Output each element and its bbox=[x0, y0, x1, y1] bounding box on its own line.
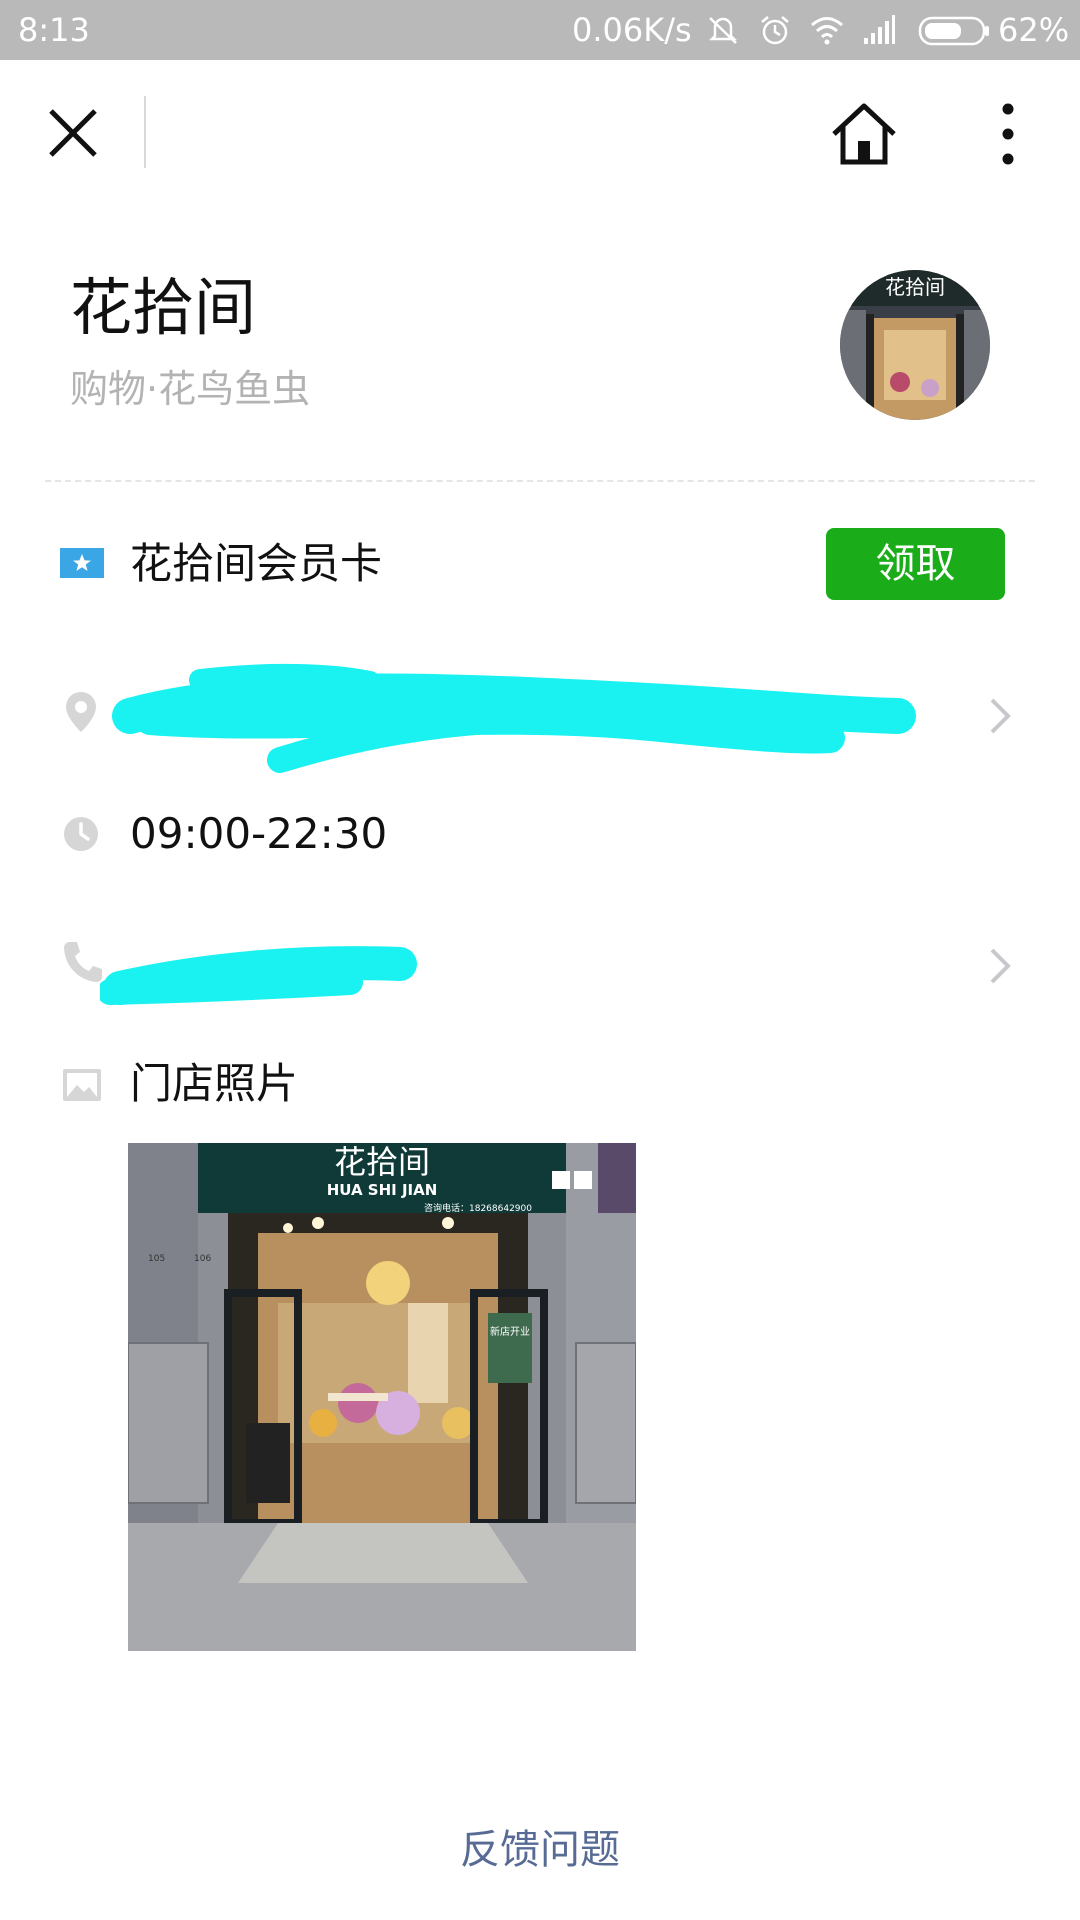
mute-icon bbox=[708, 17, 738, 44]
phone-redaction bbox=[100, 946, 417, 1005]
battery-icon bbox=[918, 16, 989, 46]
image-icon bbox=[62, 1068, 102, 1102]
address-chevron-icon bbox=[988, 696, 1012, 736]
network-speed: 0.06K/s bbox=[572, 11, 692, 49]
location-icon bbox=[64, 690, 98, 734]
phone-chevron-icon bbox=[988, 946, 1012, 986]
svg-text:新店开业: 新店开业 bbox=[490, 1325, 530, 1338]
feedback-link[interactable]: 反馈问题 bbox=[0, 1825, 1080, 1875]
store-photo[interactable]: 花拾间 HUA SHI JIAN 咨询电话：18268642900 105 10… bbox=[128, 1143, 636, 1651]
svg-text:HUA SHI JIAN: HUA SHI JIAN bbox=[327, 1181, 438, 1199]
nav-divider bbox=[144, 96, 146, 168]
svg-text:105: 105 bbox=[148, 1254, 165, 1264]
header-divider bbox=[45, 480, 1035, 482]
member-card-icon bbox=[60, 548, 104, 578]
svg-text:106: 106 bbox=[194, 1254, 211, 1264]
opening-hours: 09:00-22:30 bbox=[130, 809, 388, 858]
close-button[interactable] bbox=[40, 100, 106, 166]
address-row[interactable] bbox=[0, 650, 1080, 780]
svg-text:花拾间: 花拾间 bbox=[885, 275, 945, 299]
store-photos-label: 门店照片 bbox=[130, 1059, 299, 1108]
wifi-icon bbox=[811, 17, 843, 45]
clock-icon bbox=[63, 816, 99, 852]
member-card-label: 花拾间会员卡 bbox=[130, 539, 383, 588]
more-button[interactable] bbox=[985, 96, 1031, 172]
store-avatar: 花拾间 bbox=[840, 270, 990, 420]
signal-icon bbox=[864, 15, 895, 44]
claim-button[interactable]: 领取 bbox=[826, 528, 1005, 600]
phone-row[interactable] bbox=[0, 910, 1080, 1020]
close-icon bbox=[49, 109, 97, 157]
status-bar: 8:13 0.06K/s 62% bbox=[0, 0, 1080, 60]
phone-icon bbox=[62, 940, 104, 984]
address-redaction bbox=[112, 663, 916, 773]
more-icon bbox=[1002, 103, 1014, 165]
store-category: 购物·花鸟鱼虫 bbox=[70, 367, 311, 411]
svg-text:咨询电话：18268642900: 咨询电话：18268642900 bbox=[424, 1202, 532, 1214]
svg-text:花拾间: 花拾间 bbox=[334, 1143, 430, 1181]
alarm-icon bbox=[761, 16, 789, 45]
battery-percent: 62% bbox=[998, 11, 1070, 49]
home-icon bbox=[832, 103, 896, 165]
home-button[interactable] bbox=[826, 96, 902, 172]
nav-bar bbox=[0, 60, 1080, 210]
store-name: 花拾间 bbox=[70, 271, 257, 344]
status-time: 8:13 bbox=[18, 11, 90, 49]
